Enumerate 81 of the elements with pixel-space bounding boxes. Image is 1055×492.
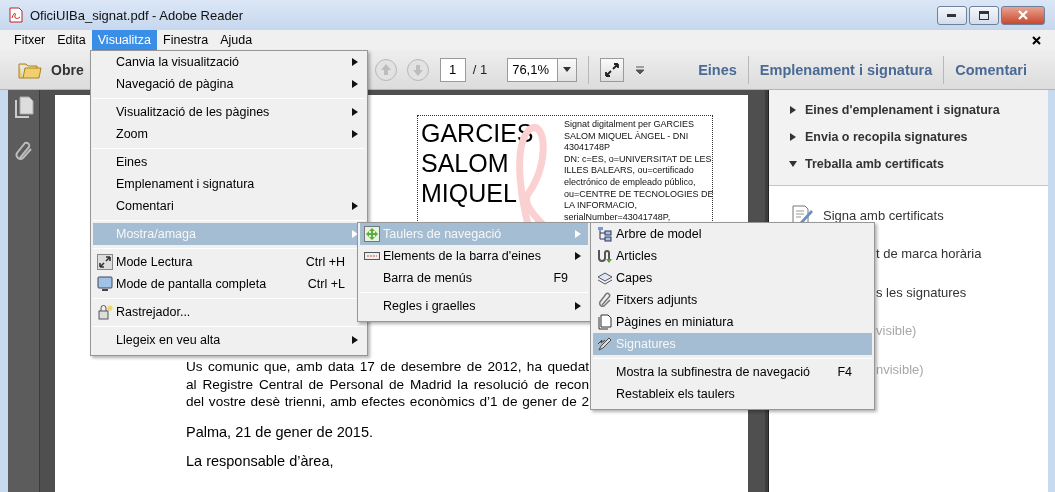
pages-icon[interactable] <box>13 96 34 118</box>
menu-item[interactable]: Visualització de les pàgines <box>93 101 365 123</box>
signature-detail: 43041748P <box>564 142 612 154</box>
pages-icon <box>596 314 613 330</box>
section-title: Treballa amb certificats <box>805 156 944 171</box>
panel-button[interactable]: Emplenament i signatura <box>759 61 933 78</box>
maximize-icon <box>979 10 989 20</box>
menu-item[interactable]: Capes <box>593 267 872 289</box>
move-icon <box>363 226 380 242</box>
monitor-icon <box>96 276 113 292</box>
minimize-icon <box>947 13 957 17</box>
panel-link[interactable]: s les signatures <box>876 284 967 300</box>
minimize-button[interactable] <box>937 5 967 25</box>
paperclip-icon <box>596 292 613 308</box>
paperclip-icon[interactable] <box>13 140 34 162</box>
section-heading[interactable]: Envia o recopila signatures <box>789 127 1048 146</box>
section-title: Envia o recopila signatures <box>805 129 968 144</box>
menu-item[interactable]: Eines <box>93 151 365 173</box>
menu-item[interactable]: Elements de la barra d'eines <box>360 245 588 267</box>
menu-item[interactable]: Barra de menús F9 <box>360 267 588 289</box>
toolbar-icon <box>363 252 380 260</box>
menu-item[interactable]: Llegeix en veu alta <box>93 329 365 351</box>
close-icon <box>1018 10 1028 20</box>
signature-detail: serialNumber=43041748P, <box>564 211 672 224</box>
signer-name: MIQUEL <box>421 178 518 208</box>
pdf-file-icon <box>8 7 24 23</box>
signature-detail: LA INFORMACIO, <box>564 200 638 212</box>
menu-item[interactable]: Mostra la subfinestra de navegació F4 <box>593 361 872 383</box>
layers-icon <box>596 270 613 286</box>
body-text: del vostre desè trienni, amb efectes econòmics d’1 de gener de 2 <box>186 393 589 411</box>
signature-detail: SALOM MIQUEL ÀNGEL - DNI <box>564 130 690 143</box>
section-title: Eines d'emplenament i signatura <box>805 102 1000 117</box>
menu-bar-item[interactable]: Edita <box>51 30 92 50</box>
open-button[interactable]: Obre <box>18 59 84 80</box>
caret-icon <box>563 67 572 72</box>
signature-detail: electrónico de empleado público, <box>564 176 697 189</box>
closing-text: La responsable d’àrea, <box>186 452 335 469</box>
menu-item[interactable]: Navegació de pàgina <box>93 73 365 95</box>
menu-item[interactable]: Zoom <box>93 123 365 145</box>
menu-bar-item[interactable]: Fitxer <box>8 30 52 50</box>
menu-item[interactable]: Regles i graelles <box>360 295 588 317</box>
panel-button[interactable]: Comentari <box>955 61 1027 78</box>
menu-item[interactable]: Canvia la visualització <box>93 51 365 73</box>
menu-item[interactable]: Articles <box>593 245 872 267</box>
menu-item[interactable]: Fitxers adjunts <box>593 289 872 311</box>
signature-detail: DN: c=ES, o=UNIVERSITAT DE LES <box>564 153 710 166</box>
place-date: Palma, 21 de gener de 2015. <box>186 423 375 440</box>
full-screen-button[interactable] <box>600 57 625 82</box>
signature-detail: Signat digitalment per GARCIES <box>564 119 696 131</box>
loop-arrow-icon <box>596 248 613 264</box>
signer-name: SALOM <box>421 148 510 178</box>
close-icon[interactable] <box>1032 35 1041 45</box>
menu-bar-item[interactable]: Finestra <box>157 30 215 50</box>
page-count: / 1 <box>472 62 488 77</box>
menu-item[interactable]: Pàgines en miniatura <box>593 311 872 333</box>
body-text: al Registre Central de Personal de Madrid la resolució de recon <box>186 375 589 393</box>
menu-bar-item[interactable]: Ajuda <box>214 30 259 50</box>
zoom-field[interactable]: 76,1% <box>507 57 558 82</box>
pen-icon <box>596 336 613 352</box>
menu-item[interactable]: Arbre de model <box>593 223 872 245</box>
tree-icon <box>596 226 613 242</box>
dropdown-button[interactable] <box>557 57 578 82</box>
close-button[interactable] <box>1001 5 1045 25</box>
caret-icon[interactable] <box>636 65 645 74</box>
menu-item[interactable]: Comentari <box>93 195 365 217</box>
lock-icon <box>96 304 113 320</box>
expand-arrows-icon <box>604 61 621 78</box>
window-title: OficiUIBa_signat.pdf - Adobe Reader <box>30 7 244 23</box>
menu-item[interactable]: Emplenament i signatura <box>93 173 365 195</box>
signer-name: GARCIES <box>421 118 534 148</box>
panel-button[interactable]: Eines <box>698 61 737 78</box>
expand-icon <box>96 254 113 270</box>
signature-detail: ILLES BALEARS, ou=certificado <box>564 165 695 177</box>
panel-link[interactable]: Signa amb certificats <box>823 207 944 223</box>
menu-item[interactable]: Restableix els taulers <box>593 383 872 405</box>
section-heading[interactable]: Eines d'emplenament i signatura <box>789 100 1048 119</box>
panel-link[interactable]: t de marca horària <box>876 246 982 262</box>
maximize-button[interactable] <box>969 5 999 25</box>
body-text: Us comunic que, amb data 17 de desembre de 2012, ha quedat <box>186 358 589 376</box>
page-field[interactable]: 1 <box>439 57 466 82</box>
section-heading[interactable]: Treballa amb certificats <box>789 154 1048 173</box>
